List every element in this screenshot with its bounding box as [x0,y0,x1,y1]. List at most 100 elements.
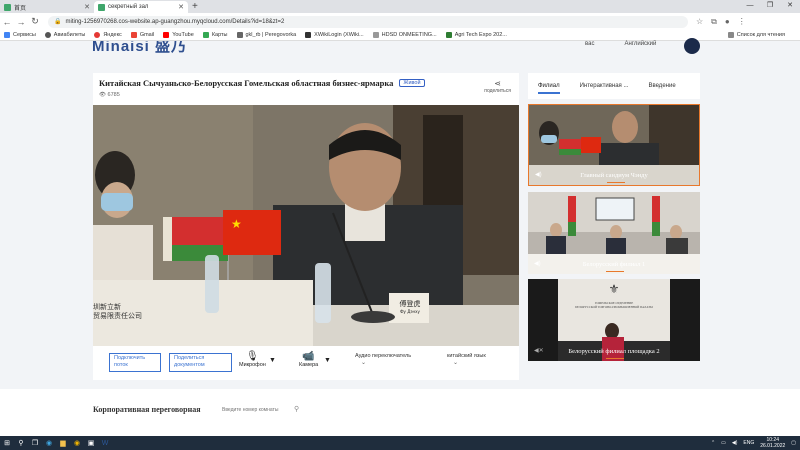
new-tab-icon[interactable]: + [192,1,198,13]
back-icon[interactable]: ← [0,17,14,27]
window-controls: — ❐ ✕ [740,0,800,12]
venue-label: Главный сандиум Чэнду [580,172,648,179]
site-header: Minaisi 盛乃 вас Английский [0,38,800,62]
venue-thumbnail-belarus-1[interactable]: ◀) Белорусский филиал 1 [528,192,700,274]
clock[interactable]: 10:24 26.01.2022 [760,437,785,449]
maps-icon [202,32,209,38]
volume-icon[interactable]: ◀) [732,440,738,446]
youtube-icon [163,32,170,38]
site-logo[interactable]: Minaisi 盛乃 [92,41,187,53]
camera-dropdown-icon[interactable]: ▼ [324,357,331,364]
reading-list-icon [727,32,734,38]
venue-active-indicator [607,181,625,183]
header-nav: вас Английский [585,41,656,47]
share-button[interactable]: ⋖ поделиться [484,79,511,94]
reading-list[interactable]: Список для чтения [727,32,785,38]
svg-text:⚜: ⚜ [609,282,620,296]
search-icon[interactable]: ⚲ [294,405,299,413]
browser-tab-secret-hall[interactable]: секретный зал ✕ [94,1,188,13]
system-tray: ⌃ ▭ ◀) ENG 10:24 26.01.2022 ▢ [711,436,796,450]
venue-thumbnail-chengdu[interactable]: ◀) Главный сандиум Чэнду [528,104,700,186]
globe-icon [44,32,51,38]
nameplate-cn: 傅登虎 [399,300,421,308]
room-number-input[interactable] [222,404,294,415]
tab-interactive[interactable]: Интерактивная ... [570,73,639,99]
extensions-icon[interactable]: ⧉ [711,17,717,27]
apps-icon [4,32,10,38]
audio-switch-dropdown[interactable]: Аудио переключатель ⌄ [355,353,411,366]
bookmark-yandex[interactable]: Яндекс [94,32,122,38]
camera-toggle[interactable]: 📹 Камера [299,351,318,368]
video-sign-line2: 贸易限责任公司 [93,312,142,320]
maximize-icon[interactable]: ❐ [760,0,780,12]
viewer-count: 👁 6785 [99,92,120,98]
connect-stream-button[interactable]: Подключить поток [109,353,161,372]
venue-progress-indicator [606,357,624,359]
windows-taskbar: ⊞ ⚲ ❐ ◉ ▆ ◉ ▣ W ⌃ ▭ ◀) ENG 10:24 26.01.2… [0,436,800,450]
clock-date: 26.01.2022 [760,443,786,449]
search-icon[interactable]: ⚲ [14,436,28,450]
task-view-icon[interactable]: ❐ [28,436,42,450]
profile-icon[interactable]: ● [725,17,730,27]
meeting-card: Китайская Сычуаньско-Белорусская Гомельс… [93,73,519,380]
app-icon[interactable]: ▣ [84,436,98,450]
menu-icon[interactable]: ⋮ [738,17,746,27]
venue-progress-indicator [606,270,624,272]
file-explorer-icon[interactable]: ▆ [56,436,70,450]
language-dropdown[interactable]: китайский язык ⌄ [447,353,486,366]
main-video[interactable]: ★ 圳新立新 贸易限责任公司 傅登虎 Фу Дэнху [93,105,519,346]
bookmark-label: XWikiLogin (XWiki... [314,32,364,38]
tab-favicon-icon [4,3,11,11]
camera-label: Камера [299,362,319,368]
bookmark-xwiki[interactable]: XWikiLogin (XWiki... [305,32,364,38]
bookmark-agritech[interactable]: Agri Tech Expo 202... [445,32,507,38]
bookmark-label: Agri Tech Expo 202... [454,32,507,38]
star-icon[interactable]: ☆ [696,17,703,27]
bookmark-peregovorka[interactable]: gkl_rb | Peregovorka [236,32,296,38]
url-field[interactable]: 🔒 miting-1256970268.cos-website.ap-guang… [48,15,688,28]
close-tab-icon[interactable]: ✕ [178,3,184,11]
microphone-toggle[interactable]: 🎙 Микрофон [239,351,266,368]
edge-icon[interactable]: ◉ [42,436,56,450]
keyboard-language[interactable]: ENG [743,440,754,446]
microphone-label: Микрофон [239,362,266,368]
venue-banner-text: ГОМЕЛЬСКОЕ ОТДЕЛЕНИЕ БЕЛОРУССКОЙ ТОРГОВО… [575,301,653,309]
tab-favicon-icon [98,3,105,11]
corporate-title: Корпоративная переговорная [93,405,201,414]
share-document-button[interactable]: Поделиться документом [169,353,232,372]
word-icon[interactable]: W [98,436,112,450]
bookmark-maps[interactable]: Карты [202,32,228,38]
browser-tab-home[interactable]: 首页 ✕ [0,1,94,13]
avatar[interactable] [684,38,700,54]
language-menu[interactable]: Английский [624,41,656,47]
bookmark-gmail[interactable]: Gmail [130,32,154,38]
close-tab-icon[interactable]: ✕ [84,3,90,11]
viewers-icon: 👁 [99,92,106,98]
tab-branch[interactable]: Филиал [528,73,570,99]
microphone-dropdown-icon[interactable]: ▼ [269,357,276,364]
windows-start-icon[interactable]: ⊞ [0,436,14,450]
forward-icon[interactable]: → [14,17,28,27]
tab-title: секретный зал [108,4,149,10]
reload-icon[interactable]: ↻ [28,16,42,27]
browser-tab-strip: 首页 ✕ секретный зал ✕ + — ❐ ✕ [0,0,800,13]
bookmark-services[interactable]: Сервисы [4,32,36,38]
user-menu[interactable]: вас [585,41,594,47]
venue-thumbnail-belarus-2[interactable]: ⚜ ГОМЕЛЬСКОЕ ОТДЕЛЕНИЕ БЕЛОРУССКОЙ ТОРГО… [528,279,700,361]
tab-introduction[interactable]: Введение [638,73,685,99]
venue-label: Белорусский филиал площадка 2 [568,348,660,355]
bookmark-avia[interactable]: Авиабилеты [44,32,85,38]
chrome-icon[interactable]: ◉ [70,436,84,450]
bookmark-label: HDSD ONMEETING... [381,32,437,38]
notifications-icon[interactable]: ▢ [791,440,796,446]
minimize-icon[interactable]: — [740,0,760,12]
bookmark-youtube[interactable]: YouTube [163,32,194,38]
xwiki-icon [305,32,312,38]
close-window-icon[interactable]: ✕ [780,0,800,12]
bookmark-hdsd[interactable]: HDSD ONMEETING... [372,32,437,38]
share-icon: ⋖ [494,79,501,88]
nameplate: 傅登虎 Фу Дэнху [393,299,427,314]
network-icon[interactable]: ▭ [721,440,726,446]
tray-arrow-icon[interactable]: ⌃ [711,440,715,446]
share-label: поделиться [484,88,511,94]
